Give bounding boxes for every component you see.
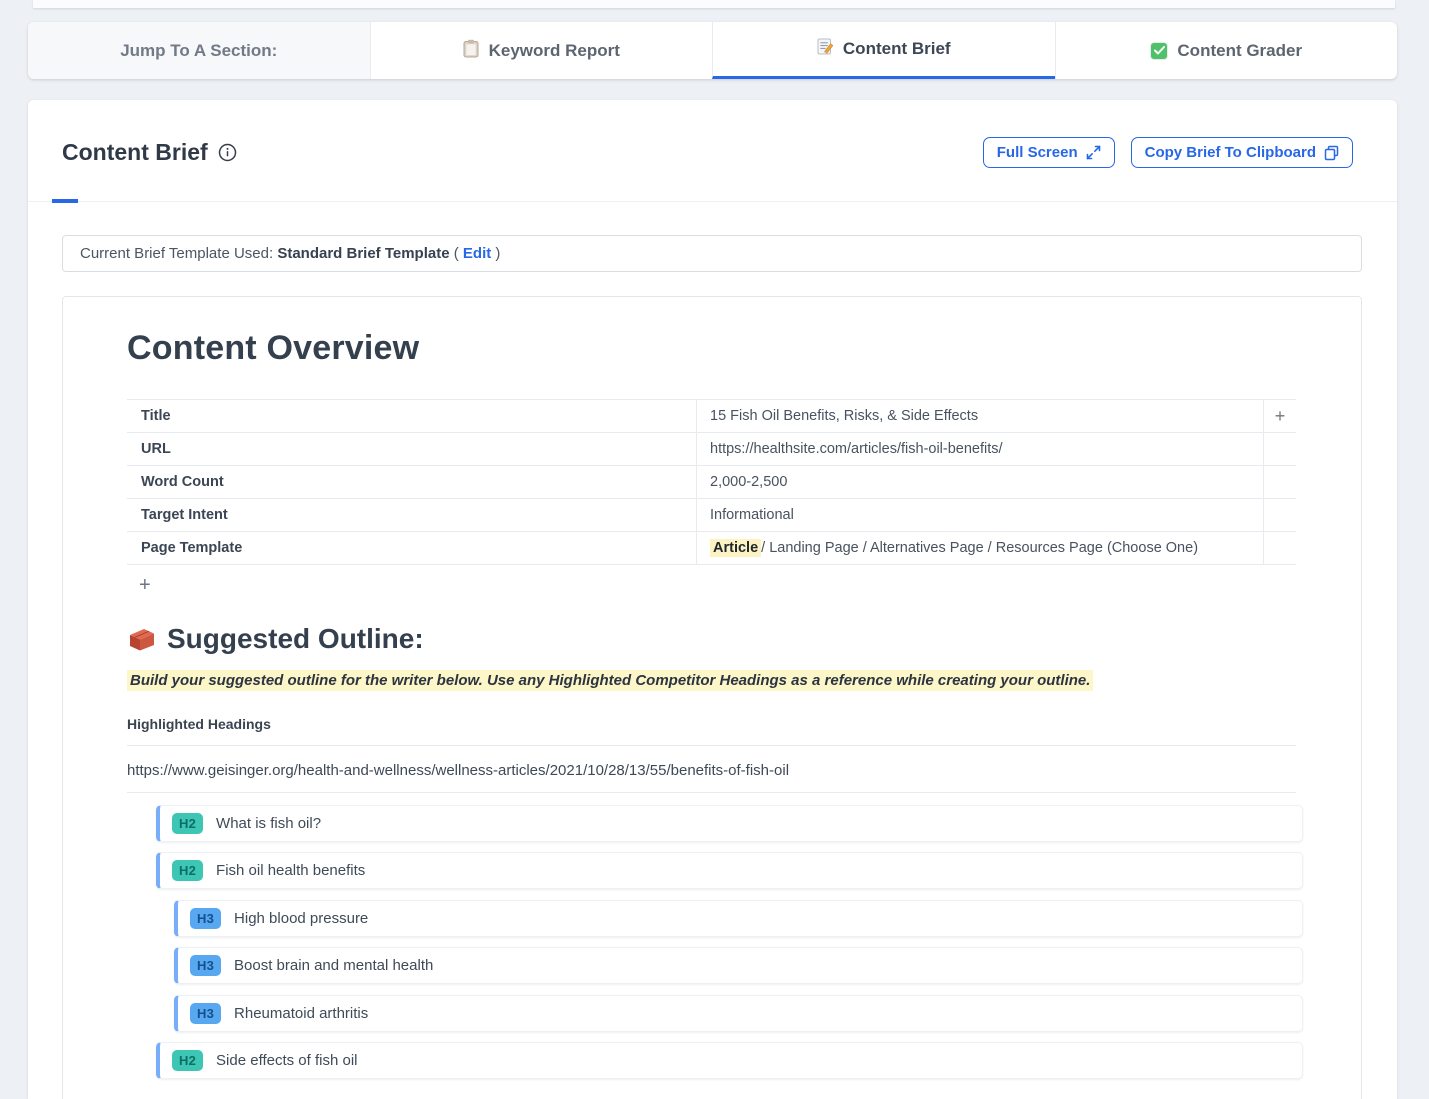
- tab-label: Keyword Report: [489, 41, 620, 61]
- suggested-outline-title: Suggested Outline:: [127, 623, 1295, 655]
- paren-close: ): [491, 245, 500, 262]
- outline-heading-card[interactable]: H2 Fish oil health benefits: [156, 852, 1303, 889]
- accent-bar: [52, 199, 78, 203]
- heading-level-chip: H3: [190, 1003, 221, 1024]
- outline-heading-card[interactable]: H3 Rheumatoid arthritis: [174, 995, 1303, 1032]
- section-tabbar: Jump To A Section: Keyword Report Conten…: [28, 22, 1397, 79]
- overview-row-action-cell: [1263, 433, 1296, 465]
- brief-body: Content Overview Title 15 Fish Oil Benefi…: [62, 296, 1362, 1099]
- heading-text: Rheumatoid arthritis: [234, 1005, 368, 1022]
- template-bar: Current Brief Template Used: Standard Br…: [62, 235, 1362, 272]
- overview-row-value[interactable]: Article / Landing Page / Alternatives Pa…: [696, 532, 1263, 564]
- heading-level-chip: H3: [190, 908, 221, 929]
- heading-cards-list: H2 What is fish oil? H2 Fish oil health ben…: [127, 805, 1295, 1080]
- tab-label: Content Grader: [1177, 41, 1302, 61]
- tab-content-grader[interactable]: Content Grader: [1055, 22, 1398, 79]
- value-part: 2,000-2,500: [710, 474, 787, 490]
- outline-heading-card[interactable]: H3 High blood pressure: [174, 900, 1303, 937]
- info-icon[interactable]: [218, 143, 237, 162]
- tab-keyword-report[interactable]: Keyword Report: [370, 22, 713, 79]
- outline-instruction: Build your suggested outline for the wri…: [127, 670, 1295, 692]
- heading-level-chip: H3: [190, 955, 221, 976]
- memo-icon: [817, 38, 834, 60]
- copy-icon: [1324, 145, 1339, 161]
- template-name: Standard Brief Template: [277, 245, 449, 262]
- value-part: Informational: [710, 507, 794, 523]
- clipboard-icon: [463, 39, 480, 63]
- overview-row-value[interactable]: 15 Fish Oil Benefits, Risks, & Side Effe…: [696, 400, 1263, 432]
- section-divider: [28, 199, 1397, 202]
- overview-row-label: Word Count: [127, 466, 696, 498]
- overview-row-label: URL: [127, 433, 696, 465]
- edit-template-link[interactable]: Edit: [463, 245, 491, 262]
- jump-to-section-text: Jump To A Section:: [120, 41, 277, 61]
- outline-heading-card[interactable]: H2 Side effects of fish oil: [156, 1042, 1303, 1079]
- tab-content-brief[interactable]: Content Brief: [712, 22, 1055, 79]
- highlighted-headings-label: Highlighted Headings: [127, 716, 1296, 746]
- outline-instruction-text: Build your suggested outline for the wri…: [127, 670, 1093, 691]
- overview-row-label: Title: [127, 400, 696, 432]
- copy-brief-label: Copy Brief To Clipboard: [1145, 144, 1316, 161]
- heading-level-chip: H2: [172, 813, 203, 834]
- overview-row-label: Target Intent: [127, 499, 696, 531]
- heading-text: What is fish oil?: [216, 815, 321, 832]
- tab-label: Content Brief: [843, 39, 951, 59]
- content-overview-title: Content Overview: [127, 329, 1295, 368]
- paren-open: (: [450, 245, 463, 262]
- value-part: / Landing Page / Alternatives Page / Res…: [761, 540, 1198, 556]
- overview-row: Page TemplateArticle / Landing Page / Al…: [127, 532, 1296, 565]
- value-highlighted-part: Article: [710, 539, 761, 557]
- overview-row-value[interactable]: https://healthsite.com/articles/fish-oil…: [696, 433, 1263, 465]
- template-prefix: Current Brief Template Used:: [80, 245, 277, 262]
- full-screen-button[interactable]: Full Screen: [983, 137, 1115, 168]
- add-column-button[interactable]: +: [1275, 406, 1286, 427]
- outline-heading-card[interactable]: H3 Boost brain and mental health: [174, 947, 1303, 984]
- brick-icon: [127, 626, 157, 653]
- heading-text: High blood pressure: [234, 910, 368, 927]
- overview-row-action-cell: [1263, 466, 1296, 498]
- overview-row-value[interactable]: 2,000-2,500: [696, 466, 1263, 498]
- overview-table: Title 15 Fish Oil Benefits, Risks, & Side…: [127, 399, 1296, 565]
- content-brief-panel: Content Brief Full Screen Copy Brief To …: [28, 100, 1397, 1099]
- previous-card-edge: [33, 0, 1395, 8]
- green-check-icon: [1150, 42, 1168, 60]
- overview-row-action-cell: +: [1263, 400, 1296, 432]
- overview-row: URL https://healthsite.com/articles/fish-…: [127, 433, 1296, 466]
- page-title: Content Brief: [62, 139, 237, 166]
- overview-row: Word Count 2,000-2,500: [127, 466, 1296, 499]
- header-actions: Full Screen Copy Brief To Clipboard: [983, 137, 1353, 168]
- overview-row-action-cell: [1263, 532, 1296, 564]
- overview-row-value[interactable]: Informational: [696, 499, 1263, 531]
- copy-brief-button[interactable]: Copy Brief To Clipboard: [1131, 137, 1353, 168]
- heading-text: Side effects of fish oil: [216, 1052, 357, 1069]
- suggested-outline-text: Suggested Outline:: [167, 623, 424, 655]
- overview-row: Title 15 Fish Oil Benefits, Risks, & Side…: [127, 400, 1296, 433]
- overview-row-action-cell: [1263, 499, 1296, 531]
- add-row-button[interactable]: +: [139, 574, 161, 597]
- competitor-url: https://www.geisinger.org/health-and-wel…: [127, 762, 1296, 793]
- overview-row: Target Intent Informational: [127, 499, 1296, 532]
- heading-level-chip: H2: [172, 1050, 203, 1071]
- outline-heading-card[interactable]: H2 What is fish oil?: [156, 805, 1303, 842]
- expand-icon: [1086, 145, 1101, 160]
- value-part: https://healthsite.com/articles/fish-oil…: [710, 441, 1003, 457]
- panel-header: Content Brief Full Screen Copy Brief To …: [28, 100, 1397, 168]
- heading-text: Boost brain and mental health: [234, 957, 433, 974]
- heading-text: Fish oil health benefits: [216, 862, 365, 879]
- value-part: 15 Fish Oil Benefits, Risks, & Side Effe…: [710, 408, 978, 424]
- page-title-text: Content Brief: [62, 139, 208, 166]
- full-screen-label: Full Screen: [997, 144, 1078, 161]
- jump-to-section-label: Jump To A Section:: [28, 22, 370, 79]
- heading-level-chip: H2: [172, 860, 203, 881]
- overview-row-label: Page Template: [127, 532, 696, 564]
